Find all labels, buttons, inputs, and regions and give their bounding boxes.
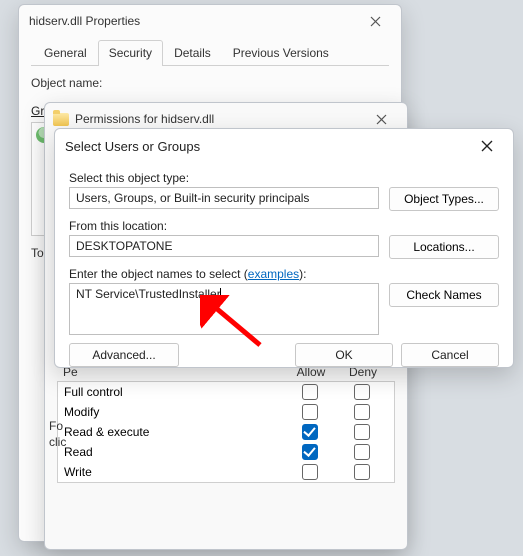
tab-previous-versions[interactable]: Previous Versions	[222, 40, 340, 66]
perm-name: Read	[64, 445, 284, 459]
select-users-dialog: Select Users or Groups Select this objec…	[54, 128, 514, 368]
location-field: DESKTOPATONE	[69, 235, 379, 257]
select-titlebar: Select Users or Groups	[55, 129, 513, 163]
object-names-label: Enter the object names to select (exampl…	[69, 267, 499, 281]
perm-row: Read	[58, 442, 394, 462]
close-icon[interactable]	[465, 131, 509, 161]
tab-security[interactable]: Security	[98, 40, 163, 66]
properties-tabs: General Security Details Previous Versio…	[31, 39, 389, 66]
permissions-table: Full control Modify Read & execute Read …	[57, 381, 395, 483]
deny-checkbox[interactable]	[354, 384, 370, 400]
ok-button[interactable]: OK	[295, 343, 393, 367]
object-type-label: Select this object type:	[69, 171, 499, 185]
perm-row: Read & execute	[58, 422, 394, 442]
object-type-field: Users, Groups, or Built-in security prin…	[69, 187, 379, 209]
object-names-input[interactable]: NT Service\TrustedInstaller	[69, 283, 379, 335]
deny-checkbox[interactable]	[354, 444, 370, 460]
permissions-title: Permissions for hidserv.dll	[75, 112, 359, 126]
location-label: From this location:	[69, 219, 499, 233]
special-permissions-hint: Fo clic	[49, 419, 81, 450]
folder-icon	[53, 113, 69, 126]
check-names-button[interactable]: Check Names	[389, 283, 499, 307]
perm-name: Write	[64, 465, 284, 479]
advanced-button[interactable]: Advanced...	[69, 343, 179, 367]
properties-title: hidserv.dll Properties	[29, 14, 353, 28]
allow-checkbox[interactable]	[302, 424, 318, 440]
deny-checkbox[interactable]	[354, 424, 370, 440]
object-types-button[interactable]: Object Types...	[389, 187, 499, 211]
perm-name: Read & execute	[64, 425, 284, 439]
select-title: Select Users or Groups	[65, 139, 465, 154]
perm-row: Modify	[58, 402, 394, 422]
object-name-label: Object name:	[31, 76, 102, 90]
locations-button[interactable]: Locations...	[389, 235, 499, 259]
perm-row: Full control	[58, 382, 394, 402]
change-permissions-hint: To	[31, 246, 44, 260]
perm-row: Write	[58, 462, 394, 482]
perm-name: Full control	[64, 385, 284, 399]
deny-checkbox[interactable]	[354, 464, 370, 480]
text-caret	[220, 288, 221, 301]
allow-checkbox[interactable]	[302, 384, 318, 400]
examples-link[interactable]: examples	[248, 267, 299, 281]
deny-checkbox[interactable]	[354, 404, 370, 420]
tab-general[interactable]: General	[33, 40, 98, 66]
close-icon[interactable]	[353, 6, 397, 36]
perm-name: Modify	[64, 405, 284, 419]
cancel-button[interactable]: Cancel	[401, 343, 499, 367]
tab-details[interactable]: Details	[163, 40, 222, 66]
allow-checkbox[interactable]	[302, 444, 318, 460]
properties-titlebar: hidserv.dll Properties	[19, 5, 401, 37]
allow-checkbox[interactable]	[302, 404, 318, 420]
object-names-value: NT Service\TrustedInstaller	[76, 287, 221, 301]
allow-checkbox[interactable]	[302, 464, 318, 480]
object-name-row: Object name:	[31, 76, 389, 90]
